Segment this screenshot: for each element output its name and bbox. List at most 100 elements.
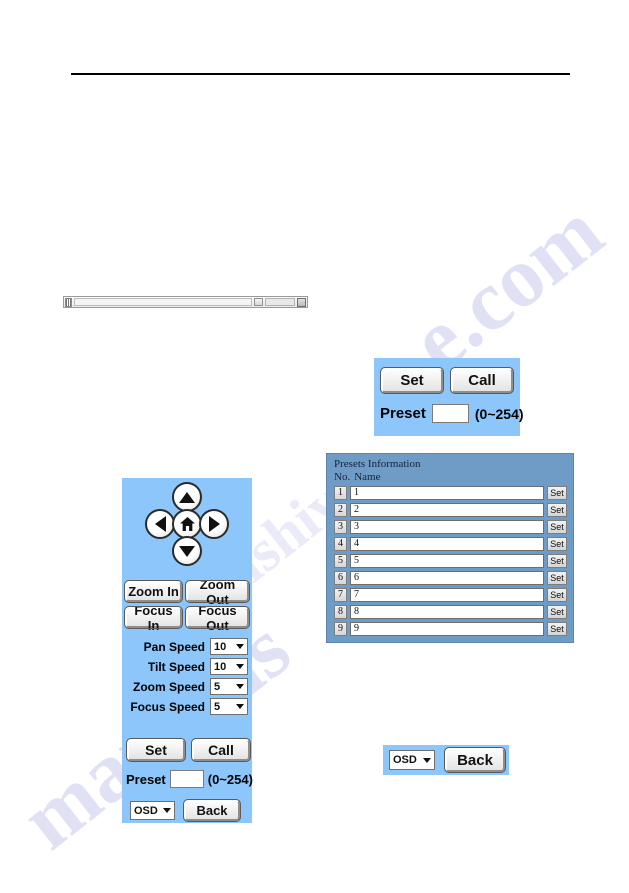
preset-row-number[interactable]: 5 xyxy=(334,553,347,568)
header-divider xyxy=(71,73,570,75)
arrow-left-icon xyxy=(154,516,166,532)
pan-left-button[interactable] xyxy=(145,509,175,539)
column-header-no: No. xyxy=(334,471,351,483)
osd-select[interactable]: OSD xyxy=(389,750,435,770)
table-row: 9 9 Set xyxy=(334,621,567,636)
pan-up-button[interactable] xyxy=(172,482,202,512)
chevron-down-icon xyxy=(236,664,244,669)
ptz-dpad xyxy=(122,482,252,574)
pan-speed-row: Pan Speed 10 xyxy=(122,638,252,655)
preset-call-button[interactable]: Call xyxy=(450,367,514,394)
ptz-preset-label: Preset xyxy=(126,771,166,787)
ptz-osd-select-value: OSD xyxy=(134,804,158,817)
preset-row-set-button[interactable]: Set xyxy=(547,502,567,517)
ptz-preset-number-input[interactable] xyxy=(169,770,204,788)
preset-row-set-button[interactable]: Set xyxy=(547,553,567,568)
toolbar-track[interactable] xyxy=(74,298,252,306)
preset-row-set-button[interactable]: Set xyxy=(547,587,567,602)
focus-out-button[interactable]: Focus Out xyxy=(185,603,250,633)
preset-row-number[interactable]: 6 xyxy=(334,570,347,585)
preset-row-set-button[interactable]: Set xyxy=(547,570,567,585)
ptz-home-button[interactable] xyxy=(172,509,202,539)
preset-name-input[interactable]: 7 xyxy=(350,587,544,602)
preset-set-button[interactable]: Set xyxy=(380,367,444,394)
ptz-preset-entry-row: Preset (0~254) xyxy=(126,770,253,788)
preset-name-input[interactable]: 8 xyxy=(350,604,544,619)
chevron-down-icon xyxy=(236,644,244,649)
back-button[interactable]: Back xyxy=(444,747,506,773)
preset-entry-row: Preset (0~254) xyxy=(380,404,524,423)
pan-speed-select[interactable]: 10 xyxy=(210,638,248,655)
chevron-down-icon xyxy=(163,808,171,813)
ptz-set-button[interactable]: Set xyxy=(126,738,186,762)
zoom-speed-row: Zoom Speed 5 xyxy=(122,678,252,695)
spinner-icon[interactable] xyxy=(254,298,263,306)
zoom-in-button[interactable]: Zoom In xyxy=(124,580,183,603)
preset-row-number[interactable]: 4 xyxy=(334,536,347,551)
preset-row-number[interactable]: 9 xyxy=(334,621,347,636)
preset-name-input[interactable]: 1 xyxy=(350,485,544,500)
drag-grip-icon[interactable] xyxy=(65,297,72,307)
preset-row-set-button[interactable]: Set xyxy=(547,519,567,534)
osd-select-value: OSD xyxy=(393,754,417,766)
focus-in-button[interactable]: Focus In xyxy=(124,603,183,633)
presets-table-body: 1 1 Set 2 2 Set 3 3 Set 4 4 Set 5 5 Set 6 6 Set 7 7 Set 8 8 Set… xyxy=(334,485,567,636)
presets-information-panel: Presets Information No. Name 1 1 Set 2 2 Set 3… xyxy=(326,453,574,643)
preset-name-input[interactable]: 6 xyxy=(350,570,544,585)
table-row: 7 7 Set xyxy=(334,587,567,602)
table-row: 3 3 Set xyxy=(334,519,567,534)
preset-row-set-button[interactable]: Set xyxy=(547,621,567,636)
pan-speed-label: Pan Speed xyxy=(143,639,205,654)
tilt-speed-select[interactable]: 10 xyxy=(210,658,248,675)
presets-table-title: Presets Information xyxy=(334,458,421,470)
preset-row-number[interactable]: 7 xyxy=(334,587,347,602)
preset-name-input[interactable]: 4 xyxy=(350,536,544,551)
osd-back-panel: OSD Back xyxy=(383,745,509,775)
ptz-action-row: Set Call xyxy=(126,738,251,762)
ptz-osd-select[interactable]: OSD xyxy=(130,801,175,820)
ptz-call-button[interactable]: Call xyxy=(191,738,251,762)
manual-page: Set Call Preset (0~254) OSD Back Zoom In… xyxy=(0,0,629,893)
table-row: 1 1 Set xyxy=(334,485,567,500)
resize-handle-icon[interactable] xyxy=(297,297,306,307)
toolbar-strip[interactable] xyxy=(63,296,308,308)
table-row: 2 2 Set xyxy=(334,502,567,517)
arrow-right-icon xyxy=(208,516,220,532)
focus-speed-row: Focus Speed 5 xyxy=(122,698,252,715)
tilt-speed-label: Tilt Speed xyxy=(147,659,205,674)
pan-right-button[interactable] xyxy=(199,509,229,539)
preset-row-set-button[interactable]: Set xyxy=(547,485,567,500)
chevron-down-icon xyxy=(423,757,431,763)
preset-number-input[interactable] xyxy=(431,404,469,423)
column-header-name: Name xyxy=(354,471,381,483)
ptz-osd-back-row: OSD Back xyxy=(130,799,241,822)
preset-row-set-button[interactable]: Set xyxy=(547,604,567,619)
focus-speed-value: 5 xyxy=(214,700,221,713)
arrow-down-icon xyxy=(179,545,195,557)
preset-row-number[interactable]: 3 xyxy=(334,519,347,534)
ptz-back-button[interactable]: Back xyxy=(183,799,241,822)
preset-row-set-button[interactable]: Set xyxy=(547,536,567,551)
chevron-down-icon xyxy=(236,704,244,709)
zoom-out-button[interactable]: Zoom Out xyxy=(185,577,250,607)
preset-name-input[interactable]: 5 xyxy=(350,553,544,568)
zoom-speed-select[interactable]: 5 xyxy=(210,678,248,695)
table-row: 4 4 Set xyxy=(334,536,567,551)
arrow-up-icon xyxy=(179,491,195,503)
zoom-row: Zoom In Zoom Out xyxy=(124,577,250,607)
home-icon xyxy=(179,517,195,531)
focus-speed-label: Focus Speed xyxy=(130,699,205,714)
preset-name-input[interactable]: 2 xyxy=(350,502,544,517)
preset-row-number[interactable]: 8 xyxy=(334,604,347,619)
preset-row-number[interactable]: 2 xyxy=(334,502,347,517)
toolbar-field[interactable] xyxy=(265,298,295,306)
zoom-focus-grid: Zoom In Zoom Out Focus In Focus Out xyxy=(124,577,250,633)
focus-speed-select[interactable]: 5 xyxy=(210,698,248,715)
preset-row-number[interactable]: 1 xyxy=(334,485,347,500)
preset-name-input[interactable]: 9 xyxy=(350,621,544,636)
table-row: 5 5 Set xyxy=(334,553,567,568)
preset-name-input[interactable]: 3 xyxy=(350,519,544,534)
pan-down-button[interactable] xyxy=(172,536,202,566)
pan-speed-value: 10 xyxy=(214,640,227,653)
table-row: 8 8 Set xyxy=(334,604,567,619)
